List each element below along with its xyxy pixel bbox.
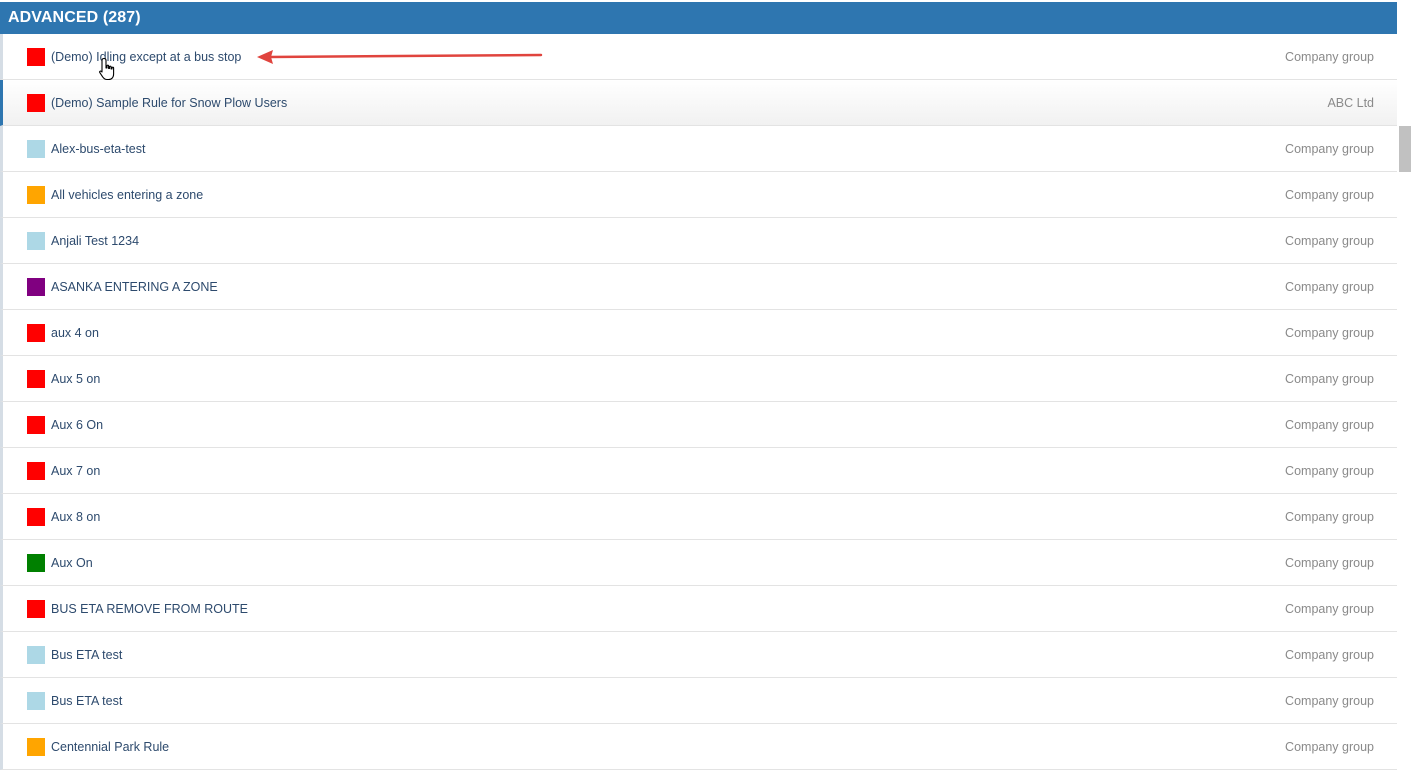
rule-color-swatch: [27, 323, 45, 342]
rule-row[interactable]: Aux 5 on Company group: [0, 356, 1397, 402]
rule-color-swatch: [27, 277, 45, 296]
rule-row[interactable]: (Demo) Idling except at a bus stop Compan…: [0, 34, 1397, 80]
rule-name-link[interactable]: Aux 5 on: [51, 372, 100, 386]
rule-row[interactable]: Aux 8 on Company group: [0, 494, 1397, 540]
rule-owner-label: ABC Ltd: [1327, 95, 1374, 110]
rule-color-swatch: [27, 737, 45, 756]
rule-row[interactable]: BUS ETA REMOVE FROM ROUTE Company group: [0, 586, 1397, 632]
rule-color-swatch: [27, 461, 45, 480]
rule-owner-label: Company group: [1285, 601, 1374, 616]
rule-color-swatch: [27, 231, 45, 250]
rule-row[interactable]: Aux 7 on Company group: [0, 448, 1397, 494]
rule-owner-label: Company group: [1285, 463, 1374, 478]
rule-name-link[interactable]: Anjali Test 1234: [51, 234, 139, 248]
rule-owner-label: Company group: [1285, 279, 1374, 294]
rule-row[interactable]: Alex-bus-eta-test Company group: [0, 126, 1397, 172]
rule-row[interactable]: Centennial Park Rule Company group: [0, 724, 1397, 770]
rule-name-link[interactable]: (Demo) Idling except at a bus stop: [51, 50, 241, 64]
vertical-scrollbar[interactable]: [1398, 0, 1414, 772]
rule-owner-label: Company group: [1285, 371, 1374, 386]
rule-color-swatch: [27, 185, 45, 204]
rule-row[interactable]: Aux 6 On Company group: [0, 402, 1397, 448]
rule-name-link[interactable]: Bus ETA test: [51, 694, 122, 708]
rule-owner-label: Company group: [1285, 739, 1374, 754]
rule-color-swatch: [27, 47, 45, 66]
rule-name-link[interactable]: Alex-bus-eta-test: [51, 142, 145, 156]
rule-owner-label: Company group: [1285, 509, 1374, 524]
rule-color-swatch: [27, 139, 45, 158]
rule-name-link[interactable]: ASANKA ENTERING A ZONE: [51, 280, 218, 294]
rule-owner-label: Company group: [1285, 555, 1374, 570]
rule-row[interactable]: Bus ETA test Company group: [0, 678, 1397, 724]
rule-name-link[interactable]: Aux 7 on: [51, 464, 100, 478]
scrollbar-thumb[interactable]: [1399, 126, 1411, 172]
rule-owner-label: Company group: [1285, 417, 1374, 432]
rule-color-swatch: [27, 645, 45, 664]
rule-color-swatch: [27, 369, 45, 388]
rule-name-link[interactable]: Bus ETA test: [51, 648, 122, 662]
rule-owner-label: Company group: [1285, 325, 1374, 340]
rule-row[interactable]: All vehicles entering a zone Company grou…: [0, 172, 1397, 218]
rule-name-link[interactable]: Aux On: [51, 556, 93, 570]
rule-row[interactable]: Bus ETA test Company group: [0, 632, 1397, 678]
rule-color-swatch: [27, 93, 45, 112]
rule-list: (Demo) Idling except at a bus stop Compan…: [0, 34, 1397, 770]
rule-color-swatch: [27, 553, 45, 572]
advanced-rules-section: ADVANCED (287) (Demo) Idling except at a…: [0, 2, 1397, 772]
rule-owner-label: Company group: [1285, 49, 1374, 64]
rule-owner-label: Company group: [1285, 693, 1374, 708]
rule-row[interactable]: ASANKA ENTERING A ZONE Company group: [0, 264, 1397, 310]
rule-color-swatch: [27, 415, 45, 434]
rule-name-link[interactable]: (Demo) Sample Rule for Snow Plow Users: [51, 96, 287, 110]
rule-color-swatch: [27, 691, 45, 710]
rule-row[interactable]: Anjali Test 1234 Company group: [0, 218, 1397, 264]
rule-name-link[interactable]: All vehicles entering a zone: [51, 188, 203, 202]
rule-name-link[interactable]: Aux 6 On: [51, 418, 103, 432]
rule-name-link[interactable]: BUS ETA REMOVE FROM ROUTE: [51, 602, 248, 616]
rule-name-link[interactable]: Aux 8 on: [51, 510, 100, 524]
rule-name-link[interactable]: Centennial Park Rule: [51, 740, 169, 754]
rule-color-swatch: [27, 599, 45, 618]
rule-owner-label: Company group: [1285, 141, 1374, 156]
section-header-advanced[interactable]: ADVANCED (287): [0, 2, 1397, 34]
rule-owner-label: Company group: [1285, 187, 1374, 202]
rule-owner-label: Company group: [1285, 233, 1374, 248]
rule-row[interactable]: (Demo) Sample Rule for Snow Plow Users AB…: [0, 80, 1397, 126]
rule-color-swatch: [27, 507, 45, 526]
rule-row[interactable]: aux 4 on Company group: [0, 310, 1397, 356]
rule-name-link[interactable]: aux 4 on: [51, 326, 99, 340]
rule-owner-label: Company group: [1285, 647, 1374, 662]
rule-row[interactable]: Aux On Company group: [0, 540, 1397, 586]
